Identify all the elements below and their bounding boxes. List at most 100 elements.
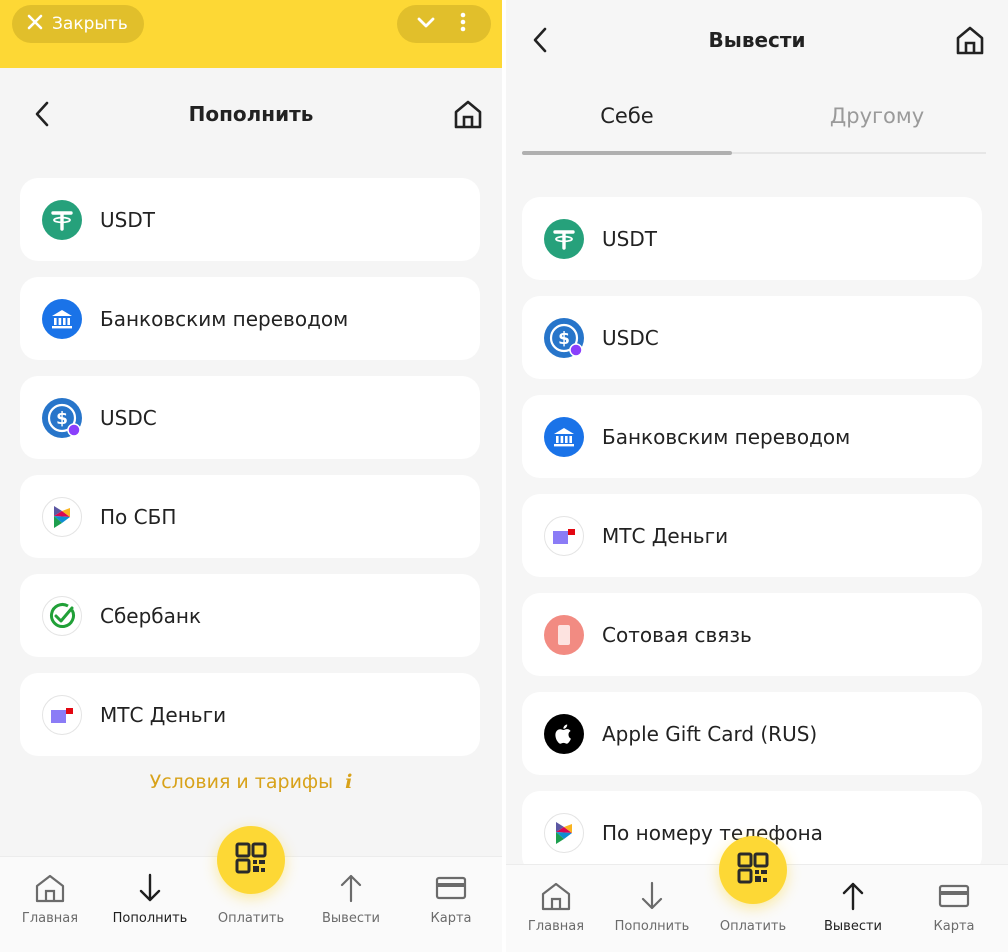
pay-qr-button[interactable] [719,836,787,904]
nav-label: Карта [430,911,472,926]
page-title: Вывести [708,28,806,52]
withdraw-methods-list: USDT $ USDC Банковским переводом МТС Ден… [522,197,984,890]
arrow-down-icon [635,879,669,913]
chevron-left-icon [532,27,548,57]
qr-icon [737,852,769,888]
close-label: Закрыть [52,14,128,34]
chevron-down-icon [416,15,436,34]
list-item[interactable]: $ USDC [20,376,480,459]
home-button[interactable] [950,22,990,62]
list-item-label: USDT [602,226,657,251]
list-item-label: Сотовая связь [602,622,752,647]
nav-label: Вывести [823,919,882,934]
back-button[interactable] [520,22,560,62]
tether-icon [42,199,82,240]
nav-item-card[interactable]: Карта [401,871,501,926]
nav-item-topup[interactable]: Пополнить [602,879,702,934]
nav-item-withdraw[interactable]: Вывести [301,871,401,926]
tab-self[interactable]: Себе [522,84,732,148]
list-item[interactable]: USDT [522,197,982,280]
list-item[interactable]: Банковским переводом [20,277,480,360]
terms-label: Условия и тарифы [149,771,334,793]
list-item-label: Банковским переводом [100,306,349,331]
sbp-icon [42,496,82,537]
nav-label: Оплатить [719,919,787,934]
app-top-bar: Закрыть [0,0,502,68]
home-button[interactable] [448,96,488,136]
nav-label: Оплатить [217,911,285,926]
pay-qr-button[interactable] [217,826,285,894]
home-icon [33,871,67,905]
sberbank-icon [42,595,82,636]
mts-money-icon [42,694,82,735]
bank-icon [544,416,584,457]
list-item[interactable]: USDT [20,178,480,261]
close-icon [26,13,44,36]
usdc-icon: $ [544,317,584,358]
nav-label: Вывести [321,911,380,926]
bank-icon [42,298,82,339]
more-options-button[interactable] [448,9,478,39]
nav-item-home[interactable]: Главная [0,871,100,926]
arrow-down-icon [133,871,167,905]
list-item[interactable]: Сбербанк [20,574,480,657]
more-vertical-icon [460,12,466,36]
list-item-label: Сбербанк [100,603,202,628]
list-item[interactable]: По СБП [20,475,480,558]
list-item[interactable]: МТС Деньги [20,673,480,756]
close-button[interactable]: Закрыть [12,5,144,43]
arrow-up-icon [836,879,870,913]
page-title: Пополнить [188,102,314,126]
nav-label: Пополнить [614,919,690,934]
nav-label: Пополнить [112,911,188,926]
list-item-label: МТС Деньги [602,523,729,548]
tab-active-indicator [522,151,732,155]
page-header: Пополнить [0,84,502,144]
list-item-label: USDT [100,207,155,232]
withdraw-screen: Вывести Себе Другому USDT $ USDC Банковс… [506,0,1008,952]
nav-item-card[interactable]: Карта [904,879,1004,934]
tether-icon [544,218,584,259]
topup-methods-list: USDT Банковским переводом $ USDC По СБП … [20,178,480,772]
list-item[interactable]: Сотовая связь [522,593,982,676]
collapse-button[interactable] [411,9,441,39]
list-item-label: МТС Деньги [100,702,227,727]
card-icon [434,871,468,905]
list-item[interactable]: Apple Gift Card (RUS) [522,692,982,775]
list-item-label: USDC [602,325,659,350]
mts-money-icon [544,515,584,556]
card-icon [937,879,971,913]
nav-label: Карта [933,919,975,934]
chevron-left-icon [34,101,50,131]
svg-text:$: $ [558,329,570,349]
home-icon [452,98,484,134]
nav-item-withdraw[interactable]: Вывести [803,879,903,934]
svg-text:$: $ [56,409,68,429]
apple-icon [544,713,584,754]
home-icon [539,879,573,913]
page-header: Вывести [506,10,1008,70]
list-item-label: По СБП [100,504,177,529]
list-item-label: Банковским переводом [602,424,851,449]
nav-item-topup[interactable]: Пополнить [100,871,200,926]
arrow-up-icon [334,871,368,905]
nav-label: Главная [21,911,79,926]
tab-other[interactable]: Другому [772,84,982,148]
terms-link[interactable]: Условия и тарифы i [0,771,502,793]
sbp-icon [544,812,584,853]
app-menu-pill [397,5,491,43]
list-item-label: По номеру телефона [602,820,823,845]
qr-icon [235,842,267,878]
info-icon: i [345,771,353,793]
list-item-label: Apple Gift Card (RUS) [602,721,818,746]
back-button[interactable] [22,96,62,136]
nav-label: Главная [527,919,585,934]
topup-screen: Закрыть Пополнить USDT Банковским перево… [0,0,502,952]
home-icon [954,24,986,60]
list-item[interactable]: $ USDC [522,296,982,379]
nav-item-home[interactable]: Главная [506,879,606,934]
list-item[interactable]: МТС Деньги [522,494,982,577]
list-item-label: USDC [100,405,157,430]
usdc-icon: $ [42,397,82,438]
list-item[interactable]: Банковским переводом [522,395,982,478]
